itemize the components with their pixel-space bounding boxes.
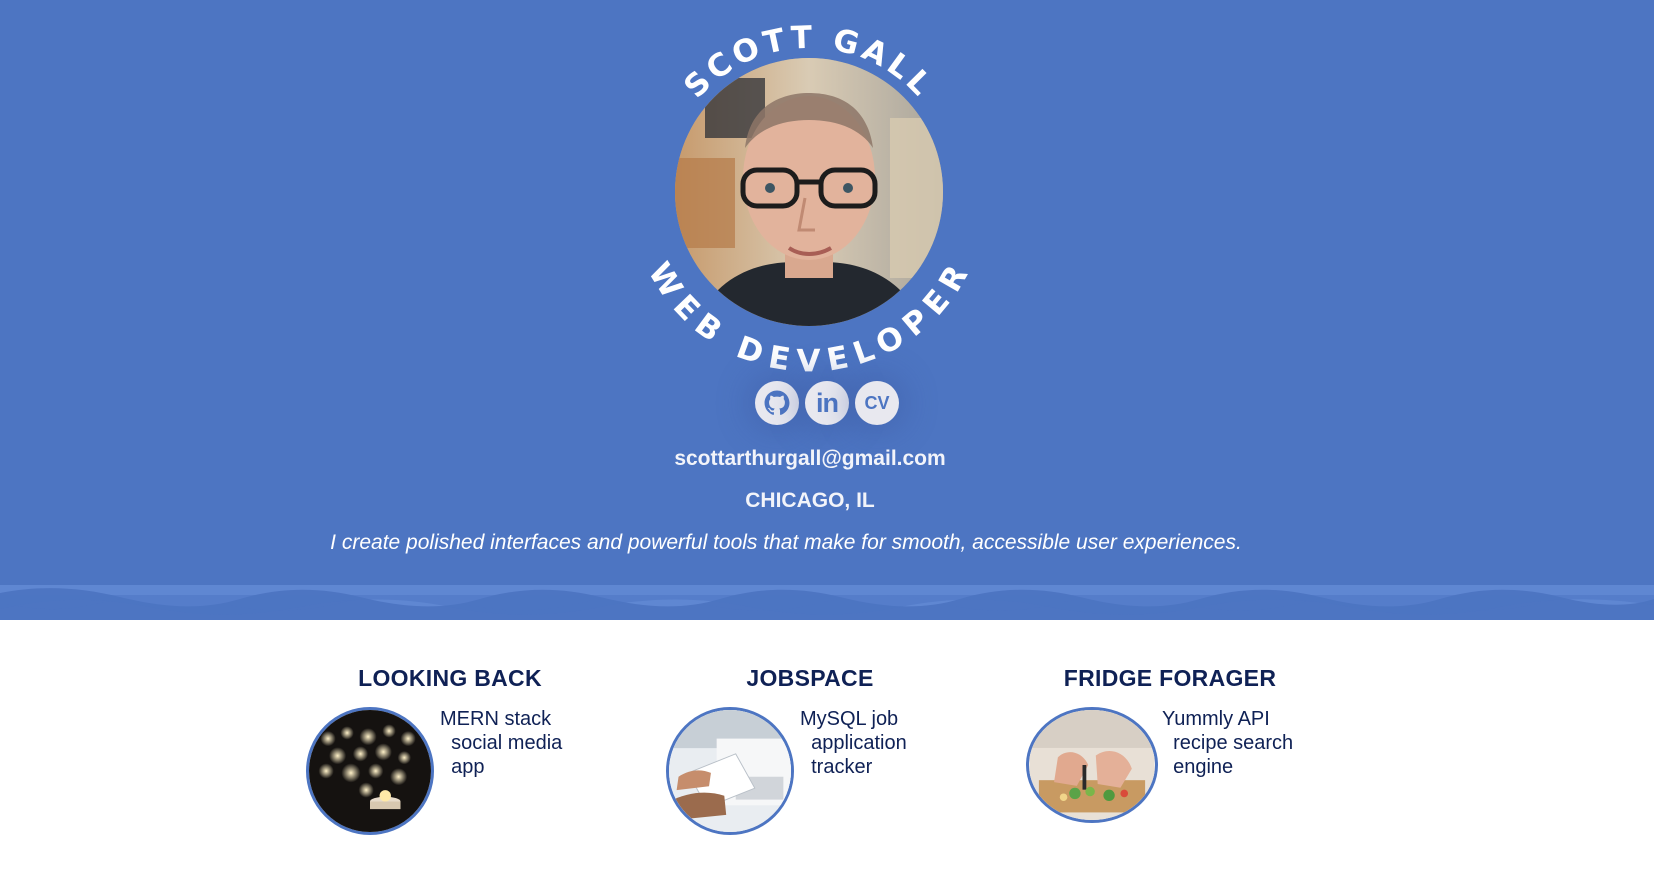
wave-divider <box>0 585 1654 615</box>
profile-name: SCOTT GALL <box>677 20 941 106</box>
projects-section: LOOKING BACK MERN stack social media app… <box>0 660 1654 860</box>
cv-icon: CV <box>864 393 890 413</box>
project-description-line: app <box>440 756 485 778</box>
contact-email[interactable]: scottarthurgall@gmail.com <box>0 447 1620 471</box>
hero-section: SCOTT GALL WEB DEVELOPER in CV scottarth… <box>0 0 1654 620</box>
project-description: MySQL job application tracker <box>800 707 907 779</box>
project-description-line: engine <box>1162 756 1234 778</box>
project-description-line: Yummly API <box>1162 708 1270 730</box>
github-button[interactable] <box>755 381 799 425</box>
project-title[interactable]: LOOKING BACK <box>300 665 600 692</box>
project-thumbnail[interactable] <box>666 707 794 835</box>
project-description-line: tracker <box>800 756 873 778</box>
linkedin-icon: in <box>816 387 839 418</box>
project-title[interactable]: FRIDGE FORAGER <box>1020 665 1320 692</box>
profile-role: WEB DEVELOPER <box>641 256 977 380</box>
location-text: CHICAGO, IL <box>745 489 875 512</box>
cv-button[interactable]: CV <box>855 381 899 425</box>
project-thumbnail[interactable] <box>306 707 434 835</box>
project-title[interactable]: JOBSPACE <box>660 665 960 692</box>
project-description-line: social media <box>440 732 563 754</box>
name-role-ring: SCOTT GALL WEB DEVELOPER <box>641 20 973 380</box>
project-description: MERN stack social media app <box>440 707 562 779</box>
social-links: in CV <box>0 381 1654 425</box>
project-description-line: MySQL job <box>800 708 899 730</box>
project-description-line: recipe search <box>1162 732 1294 754</box>
project-thumbnail[interactable] <box>1026 707 1158 823</box>
github-icon <box>764 390 790 415</box>
profile-badge: SCOTT GALL WEB DEVELOPER <box>633 18 985 380</box>
project-description-line: application <box>800 732 907 754</box>
tagline: I create polished interfaces and powerfu… <box>330 531 1242 554</box>
project-description: Yummly API recipe search engine <box>1162 707 1293 779</box>
linkedin-button[interactable]: in <box>805 381 849 425</box>
project-description-line: MERN stack <box>440 708 552 730</box>
